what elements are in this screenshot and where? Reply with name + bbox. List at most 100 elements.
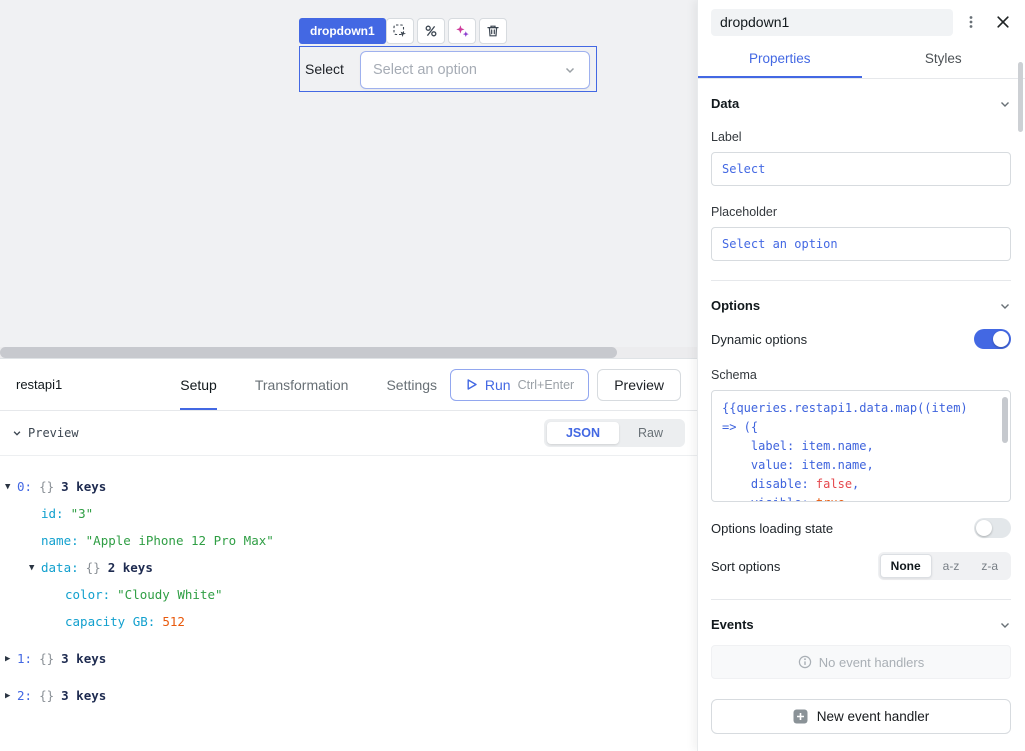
query-panel: restapi1 Setup Transformation Settings R… [0,358,697,751]
dynamic-options-toggle[interactable] [974,329,1011,349]
play-icon [465,378,478,391]
tab-transformation[interactable]: Transformation [255,359,349,410]
json-brace: {} [39,651,54,666]
label-field-label: Label [711,130,1011,144]
toggle-json[interactable]: JSON [547,422,619,444]
dashed-select-button[interactable] [386,18,414,44]
dropdown-widget-control[interactable]: Select an option [360,51,590,89]
dynamic-options-row: Dynamic options [711,329,1011,349]
query-name: restapi1 [16,377,62,392]
chevron-down-icon[interactable] [999,300,1011,312]
dropdown-widget-placeholder: Select an option [373,62,477,78]
trash-icon [486,24,500,38]
sparkles-icon [455,24,470,39]
schema-code-editor[interactable]: {{queries.restapi1.data.map((item)=> ({ … [711,390,1011,502]
section-options-header[interactable]: Options [711,298,1011,313]
left-column: dropdown1 Select Select an option [0,0,697,751]
percent-button[interactable] [417,18,445,44]
collapse-arrow-icon[interactable]: ▼ [29,563,41,573]
tab-styles[interactable]: Styles [862,42,1025,78]
app-window: dropdown1 Select Select an option [0,0,1025,751]
json-key: data: [41,560,79,575]
json-tree-row[interactable]: ▼data:{}2 keys [29,554,687,581]
selected-widget-name: dropdown1 [310,24,375,38]
json-key-count: 3 keys [61,688,106,703]
chevron-down-icon[interactable] [999,98,1011,110]
ai-button[interactable] [448,18,476,44]
chevron-down-icon [12,428,22,438]
toggle-knob [993,331,1009,347]
preview-format-toggle: JSON Raw [544,419,685,447]
json-key-count: 3 keys [61,479,106,494]
label-field-input[interactable] [711,152,1011,186]
widget-inspector: Properties Styles Data Label Placeholder… [697,0,1025,751]
schema-code: {{queries.restapi1.data.map((item)=> ({ … [722,399,1000,502]
info-icon [798,655,812,669]
section-events-header[interactable]: Events [711,617,1011,632]
expand-arrow-icon[interactable]: ▶ [5,654,17,664]
sort-az-button[interactable]: a-z [932,554,971,578]
tab-setup[interactable]: Setup [180,359,217,410]
new-event-handler-button[interactable]: New event handler [711,699,1011,734]
json-brace: {} [86,560,101,575]
sort-options-row: Sort options None a-z z-a [711,552,1011,580]
section-divider [711,599,1011,600]
close-inspector-button[interactable] [989,8,1017,36]
json-key: id: [41,506,64,521]
json-value: "3" [71,506,94,521]
sort-none-button[interactable]: None [880,554,932,578]
json-tree-row[interactable]: ▶1: {} 3 keys [5,645,687,672]
app-canvas[interactable]: dropdown1 Select Select an option [0,0,697,358]
json-key: 0: [17,479,32,494]
delete-button[interactable] [479,18,507,44]
dynamic-options-label: Dynamic options [711,332,807,347]
inspector-tabs: Properties Styles [698,42,1025,79]
preview-section-toggle[interactable]: Preview [12,426,79,440]
tab-settings[interactable]: Settings [386,359,437,410]
inspector-vertical-scrollbar-thumb[interactable] [1018,62,1023,132]
options-loading-label: Options loading state [711,521,833,536]
widget-name-input[interactable] [711,9,953,36]
json-key: 1: [17,651,32,666]
section-data-header[interactable]: Data [711,96,1011,111]
tab-properties[interactable]: Properties [698,42,862,78]
selected-widget-tag[interactable]: dropdown1 [299,18,386,44]
widget-toolbar [386,18,507,44]
json-tree: ▼0:{}3 keysid:"3"name:"Apple iPhone 12 P… [0,456,697,751]
json-key: 2: [17,688,32,703]
chevron-down-icon[interactable] [999,619,1011,631]
options-loading-toggle[interactable] [974,518,1011,538]
json-key: name: [41,533,79,548]
more-options-button[interactable] [957,8,985,36]
query-panel-header: restapi1 Setup Transformation Settings R… [0,359,697,411]
sort-za-button[interactable]: z-a [970,554,1009,578]
code-editor-scrollbar-thumb[interactable] [1002,397,1008,443]
json-value: "Cloudy White" [117,587,222,602]
json-key-count: 3 keys [61,651,106,666]
close-icon [995,14,1011,30]
preview-bar: Preview JSON Raw [0,411,697,456]
section-divider [711,280,1011,281]
toggle-raw[interactable]: Raw [619,422,682,444]
preview-button[interactable]: Preview [597,369,681,401]
json-tree-row[interactable]: ▶2:{}3 keys [5,682,687,709]
collapse-arrow-icon[interactable]: ▼ [5,482,17,492]
json-tree-row[interactable]: ▼0: {} 3 keys [5,473,687,500]
expand-arrow-icon[interactable]: ▶ [5,691,17,701]
json-tree-row: capacity GB:512 [53,608,687,635]
code-line: visible: true, [722,494,1000,502]
percent-icon [424,24,438,38]
run-button-shortcut: Ctrl+Enter [518,378,575,392]
canvas-horizontal-scrollbar[interactable] [0,347,697,358]
json-brace: {} [39,479,54,494]
placeholder-field-input[interactable] [711,227,1011,261]
canvas-horizontal-scrollbar-thumb[interactable] [0,347,617,358]
run-button[interactable]: Run Ctrl+Enter [450,369,589,401]
query-tabs: Setup Transformation Settings [180,359,437,410]
code-line: label: item.name, [722,437,1000,456]
dropdown-widget[interactable]: Select Select an option [299,46,597,92]
new-event-handler-label: New event handler [817,709,930,724]
json-tree-row: name:"Apple iPhone 12 Pro Max" [29,527,687,554]
sort-options-segmented: None a-z z-a [878,552,1011,580]
preview-bar-label: Preview [28,426,79,440]
